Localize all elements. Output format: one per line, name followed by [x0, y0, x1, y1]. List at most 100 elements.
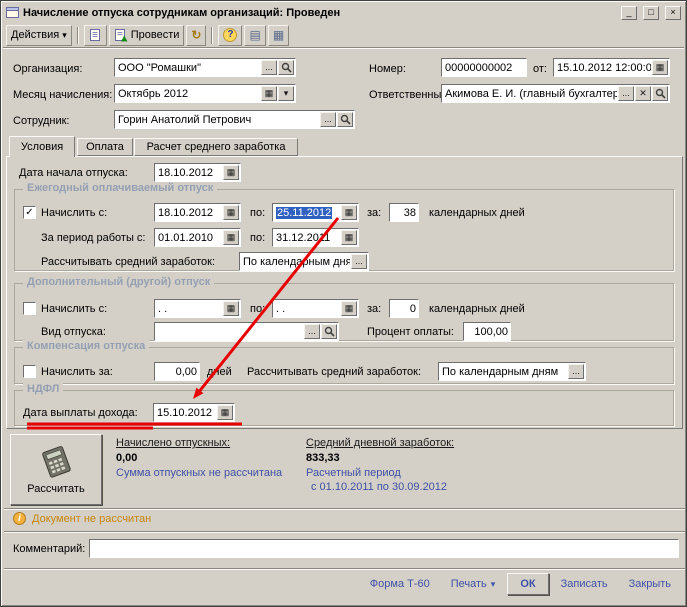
avg-earnings-header: Средний дневной заработок: [306, 437, 454, 449]
vacation-start-value[interactable]: 18.10.2012 [158, 167, 222, 179]
choose-button[interactable]: ... [618, 86, 634, 101]
tab-conditions[interactable]: Условия [9, 136, 75, 157]
choose-button[interactable]: ... [568, 364, 584, 379]
calendar-icon[interactable]: ▦ [341, 301, 357, 316]
grid-settings-icon: ▦ [273, 29, 284, 41]
additional-to-value[interactable]: . . [276, 303, 340, 315]
pay-percent-value[interactable]: 100,00 [467, 326, 509, 338]
save-document-button[interactable] [84, 25, 107, 46]
document-datetime-field[interactable]: 15.10.2012 12:00:00 ▦ [553, 58, 670, 77]
compensation-avg-field[interactable]: По календарным дням ... [438, 362, 586, 381]
calendar-icon[interactable]: ▦ [223, 165, 239, 180]
employee-field[interactable]: Горин Анатолий Петрович ... [114, 110, 355, 129]
calendar-icon[interactable]: ▦ [652, 60, 668, 75]
payout-date-label: Дата выплаты дохода: [23, 404, 138, 423]
close-button[interactable]: × [665, 6, 681, 20]
choose-button[interactable]: ... [304, 324, 320, 339]
open-magnifier-icon[interactable] [278, 60, 294, 75]
calendar-icon[interactable]: ▦ [223, 301, 239, 316]
work-period-to-value[interactable]: 31.12.2011 [276, 232, 340, 244]
comment-input[interactable] [89, 539, 679, 558]
separator-line [4, 568, 685, 570]
close-window-button[interactable]: Закрыть [620, 573, 680, 595]
calculate-button[interactable]: Рассчитать [10, 434, 102, 505]
additional-to-field[interactable]: . . ▦ [272, 299, 359, 318]
help-button[interactable]: ? [218, 25, 242, 46]
calendar-icon[interactable]: ▦ [341, 230, 357, 245]
actions-button[interactable]: Действия ▾ [6, 25, 72, 46]
compensation-days-field[interactable]: 0,00 [154, 362, 200, 381]
work-period-from-field[interactable]: 01.01.2010 ▦ [154, 228, 241, 247]
annual-from-field[interactable]: 18.10.2012 ▦ [154, 203, 241, 222]
annual-days-field[interactable]: 38 [389, 203, 419, 222]
organization-value[interactable]: ООО "Ромашки" [118, 62, 260, 74]
number-value[interactable]: 00000000002 [445, 62, 525, 74]
document-datetime-value[interactable]: 15.10.2012 12:00:00 [557, 62, 651, 74]
responsible-field[interactable]: Акимова Е. И. (главный бухгалтер ... ✕ [441, 84, 670, 103]
additional-days-field[interactable]: 0 [389, 299, 419, 318]
post-button[interactable]: Провести [109, 25, 185, 46]
work-period-to-field[interactable]: 31.12.2011 ▦ [272, 228, 359, 247]
additional-accrue-checkbox[interactable] [23, 302, 36, 315]
ok-button[interactable]: ОК [507, 573, 548, 595]
accrual-month-value[interactable]: Октябрь 2012 [118, 88, 260, 100]
additional-days-value[interactable]: 0 [393, 303, 417, 315]
minimize-button[interactable]: _ [621, 6, 637, 20]
pay-percent-field[interactable]: 100,00 [463, 322, 511, 341]
payout-date-value[interactable]: 15.10.2012 [157, 407, 216, 419]
vacation-start-field[interactable]: 18.10.2012 ▦ [154, 163, 241, 182]
compensation-checkbox[interactable] [23, 365, 36, 378]
calendar-icon[interactable]: ▦ [223, 230, 239, 245]
number-field[interactable]: 00000000002 [441, 58, 527, 77]
calendar-icon[interactable]: ▦ [217, 405, 233, 420]
open-magnifier-icon[interactable] [652, 86, 668, 101]
organization-field[interactable]: ООО "Ромашки" ... [114, 58, 296, 77]
annual-accrue-checkbox[interactable]: ✓ [23, 206, 36, 219]
work-period-from-value[interactable]: 01.01.2010 [158, 232, 222, 244]
responsible-label: Ответственный: [369, 86, 451, 105]
open-magnifier-icon[interactable] [321, 324, 337, 339]
annual-days-suffix: календарных дней [429, 204, 525, 223]
annual-avg-value[interactable]: По календарным дня [243, 256, 350, 268]
responsible-value[interactable]: Акимова Е. И. (главный бухгалтер [445, 88, 617, 100]
form-t60-button[interactable]: Форма Т-60 [361, 573, 439, 595]
accrual-month-field[interactable]: Октябрь 2012 ▦ ▾ [114, 84, 296, 103]
compensation-days-value[interactable]: 0,00 [158, 366, 198, 378]
annual-to-value-wrap[interactable]: 25.11.2012 [276, 207, 340, 219]
annual-to-field[interactable]: 25.11.2012 ▦ [272, 203, 359, 222]
additional-from-value[interactable]: . . [158, 303, 222, 315]
tab-payment[interactable]: Оплата [77, 138, 133, 156]
annual-avg-field[interactable]: По календарным дня ... [239, 252, 369, 271]
save-button[interactable]: Записать [552, 573, 617, 595]
employee-value[interactable]: Горин Анатолий Петрович [118, 114, 319, 126]
calendar-icon[interactable]: ▦ [341, 205, 357, 220]
chevron-down-icon[interactable]: ▾ [278, 86, 294, 101]
annual-vacation-group-title: Ежегодный оплачиваемый отпуск [23, 182, 217, 194]
calendar-icon[interactable]: ▦ [223, 205, 239, 220]
maximize-button[interactable]: □ [643, 6, 659, 20]
vacation-kind-field[interactable]: ... [154, 322, 339, 341]
annual-from-value[interactable]: 18.10.2012 [158, 207, 222, 219]
print-button[interactable]: Печать ▾ [442, 573, 505, 595]
choose-button[interactable]: ... [351, 254, 367, 269]
annual-to-value[interactable]: 25.11.2012 [276, 207, 332, 219]
choose-button[interactable]: ... [320, 112, 336, 127]
annual-days-value[interactable]: 38 [393, 207, 417, 219]
clear-icon[interactable]: ✕ [635, 86, 651, 101]
calc-period-link[interactable]: Расчетный период [306, 467, 401, 479]
title-bar: Начисление отпуска сотрудникам организац… [3, 3, 684, 22]
payout-date-field[interactable]: 15.10.2012 ▦ [153, 403, 235, 422]
info-icon: i [13, 512, 26, 525]
reread-button[interactable]: ↻ [186, 25, 206, 46]
open-magnifier-icon[interactable] [337, 112, 353, 127]
ndfl-group-title: НДФЛ [23, 383, 63, 395]
calendar-icon[interactable]: ▦ [261, 86, 277, 101]
settings-button[interactable]: ▦ [268, 25, 289, 46]
work-period-label: За период работы с: [41, 229, 145, 248]
tab-average-earnings[interactable]: Расчет среднего заработка [134, 138, 298, 156]
compensation-avg-value[interactable]: По календарным дням [442, 366, 567, 378]
additional-from-field[interactable]: . . ▦ [154, 299, 241, 318]
choose-button[interactable]: ... [261, 60, 277, 75]
separator-line [4, 531, 685, 533]
structure-button[interactable]: ▤ [244, 25, 265, 46]
